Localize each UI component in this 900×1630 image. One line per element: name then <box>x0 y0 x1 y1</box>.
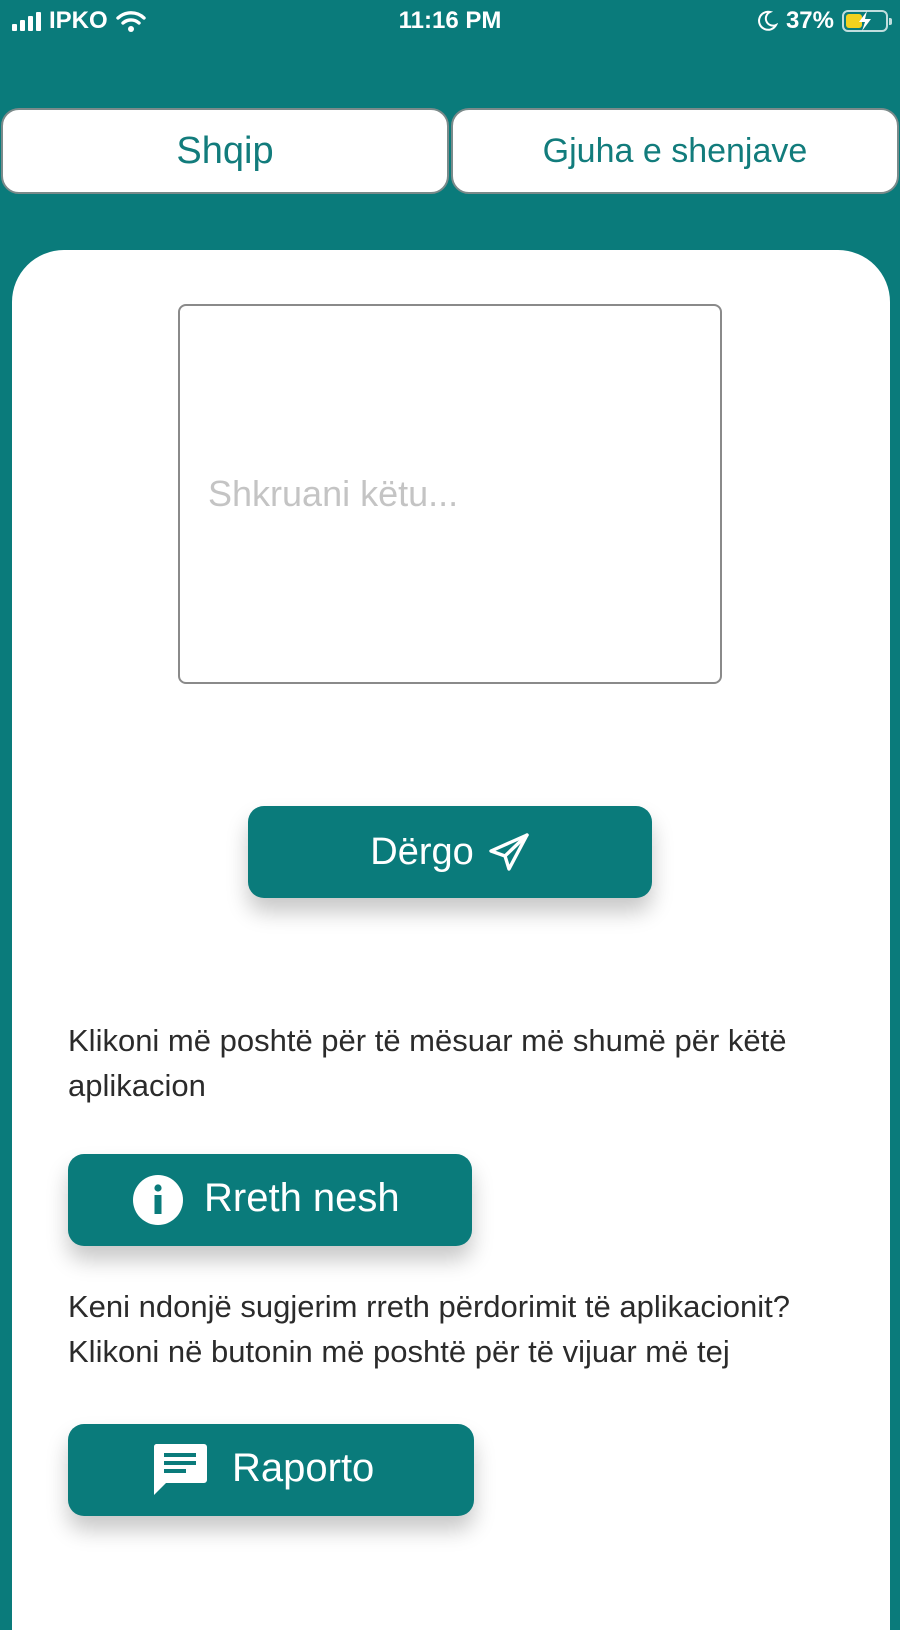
report-button[interactable]: Raporto <box>68 1424 474 1516</box>
battery-percent: 37% <box>785 7 834 34</box>
tab-sign-language[interactable]: Gjuha e shenjave <box>451 108 899 194</box>
about-us-label: Rreth nesh <box>204 1176 400 1220</box>
message-icon <box>153 1444 207 1495</box>
about-description: Klikoni më poshtë për të mësuar më shumë… <box>68 1023 787 1103</box>
language-tabs: Shqip Gjuha e shenjave <box>0 108 900 194</box>
send-icon <box>489 833 529 871</box>
report-label: Raporto <box>232 1446 375 1490</box>
moon-icon <box>758 10 778 31</box>
report-description: Keni ndonjë sugjerim rreth përdorimit të… <box>68 1289 790 1369</box>
tab-shqip[interactable]: Shqip <box>1 108 449 194</box>
send-button[interactable]: Dërgo <box>248 806 652 898</box>
info-icon <box>133 1175 183 1225</box>
message-input[interactable]: Shkruani këtu... <box>178 304 722 684</box>
battery-icon <box>842 10 892 32</box>
about-us-button[interactable]: Rreth nesh <box>68 1154 472 1246</box>
charging-bolt-icon <box>859 11 871 31</box>
status-bar: IPKO 11:16 PM 37% <box>0 0 900 44</box>
main-card: Shkruani këtu... Dërgo Klikoni më poshtë… <box>12 250 890 1630</box>
status-right: 37% <box>756 7 892 35</box>
send-button-label: Dërgo <box>370 830 474 873</box>
